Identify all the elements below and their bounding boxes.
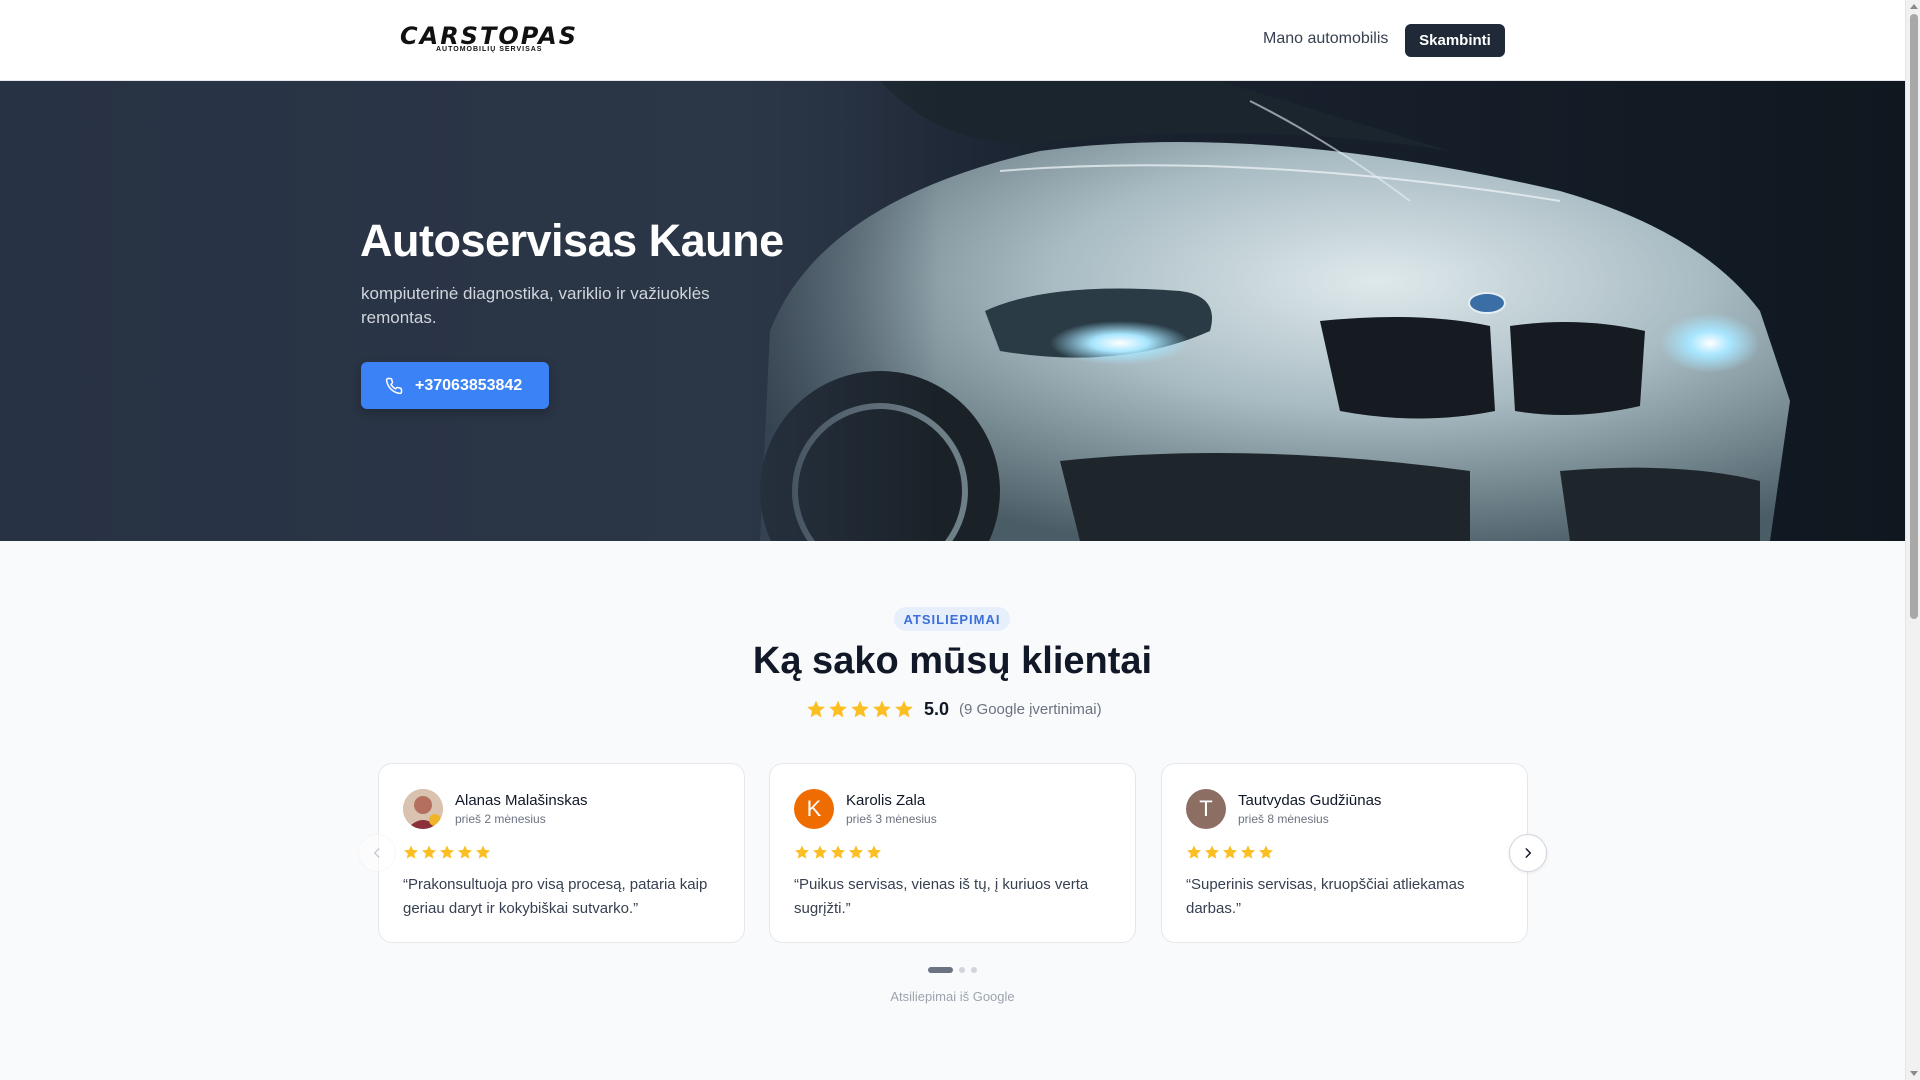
overall-rating: 5.0 (9 Google įvertinimai) xyxy=(806,697,1102,721)
carousel-next-button[interactable] xyxy=(1509,834,1547,872)
star-icon xyxy=(1223,845,1237,859)
avatar: K xyxy=(794,789,834,829)
avatar xyxy=(403,789,443,829)
avatar: T xyxy=(1186,789,1226,829)
star-icon xyxy=(1259,845,1273,859)
review-time: prieš 2 mėnesius xyxy=(455,812,546,826)
star-icon xyxy=(873,700,891,718)
review-time: prieš 3 mėnesius xyxy=(846,812,937,826)
review-text: “Superinis servisas, kruopščiai atliekam… xyxy=(1186,876,1465,917)
reviewer-name: Karolis Zala xyxy=(846,792,926,809)
hero-subtitle: kompiuterinė diagnostika, variklio ir va… xyxy=(361,284,710,327)
review-stars xyxy=(794,844,884,860)
star-icon xyxy=(476,845,490,859)
avatar-letter: K xyxy=(806,796,822,821)
star-icon xyxy=(404,845,418,859)
scroll-thumb[interactable] xyxy=(1910,14,1918,619)
scroll-down-arrow-icon[interactable] xyxy=(1910,1071,1918,1076)
rating-count: (9 Google įvertinimai) xyxy=(959,700,1102,718)
review-card: K Karolis Zala prieš 3 mėnesius “Puikus … xyxy=(769,763,1136,943)
carousel-prev-button[interactable] xyxy=(358,834,396,872)
star-icon xyxy=(867,845,881,859)
star-icon xyxy=(813,845,827,859)
phone-icon xyxy=(385,377,403,394)
star-icon xyxy=(807,700,825,718)
star-icon xyxy=(849,845,863,859)
reviews-badge: ATSILIEPIMAI xyxy=(894,607,1010,631)
hero-title: Autoservisas Kaune xyxy=(360,215,784,266)
site-header: CARSTOPAS AUTOMOBILIŲ SERVISAS Mano auto… xyxy=(0,0,1905,81)
hero-section: Autoservisas Kaune kompiuterinė diagnost… xyxy=(0,81,1905,541)
reviewer-name: Tautvydas Gudžiūnas xyxy=(1238,792,1382,809)
phone-call-button[interactable]: +37063853842 xyxy=(361,362,549,409)
hero-car-image xyxy=(680,81,1790,541)
avatar-letter: T xyxy=(1199,796,1213,821)
star-icon xyxy=(458,845,472,859)
review-text: “Puikus servisas, vienas iš tų, į kuriuo… xyxy=(794,876,1089,917)
carousel-pagination xyxy=(928,967,983,973)
reviews-source-note: Atsiliepimai iš Google xyxy=(890,989,1015,1004)
star-icon xyxy=(831,845,845,859)
chevron-right-icon xyxy=(1525,848,1532,858)
phone-number-label: +37063853842 xyxy=(415,376,523,394)
star-icon xyxy=(1205,845,1219,859)
user-photo-icon xyxy=(403,789,443,829)
pagination-dot-3[interactable] xyxy=(971,967,977,973)
logo-tagline: AUTOMOBILIŲ SERVISAS xyxy=(436,46,543,53)
star-icon xyxy=(1187,845,1201,859)
star-icon xyxy=(1241,845,1255,859)
star-icon xyxy=(422,845,436,859)
chevron-left-icon xyxy=(373,848,380,858)
review-text: “Prakonsultuoja pro visą procesą, patari… xyxy=(403,876,708,917)
star-icon xyxy=(851,700,869,718)
nav-link-my-car[interactable]: Mano automobilis xyxy=(1263,30,1388,48)
review-time: prieš 8 mėnesius xyxy=(1238,812,1329,826)
pagination-dot-1[interactable] xyxy=(928,967,953,973)
star-icon xyxy=(440,845,454,859)
review-stars xyxy=(403,844,493,860)
review-card: Alanas Malašinskas prieš 2 mėnesius “Pra… xyxy=(378,763,745,943)
rating-value: 5.0 xyxy=(924,698,950,719)
logo-wordmark: CARSTOPAS xyxy=(400,22,578,50)
star-icon xyxy=(895,700,913,718)
review-card: T Tautvydas Gudžiūnas prieš 8 mėnesius “… xyxy=(1161,763,1528,943)
star-icon xyxy=(795,845,809,859)
reviewer-name: Alanas Malašinskas xyxy=(455,792,588,809)
reviews-title: Ką sako mūsų klientai xyxy=(752,640,1153,682)
pagination-dot-2[interactable] xyxy=(959,967,965,973)
carstopas-logo[interactable]: CARSTOPAS AUTOMOBILIŲ SERVISAS xyxy=(400,24,584,54)
review-stars xyxy=(1186,844,1276,860)
call-button[interactable]: Skambinti xyxy=(1405,24,1505,57)
page-scrollbar[interactable] xyxy=(1905,0,1920,1080)
star-icon xyxy=(829,700,847,718)
scroll-up-arrow-icon[interactable] xyxy=(1910,4,1918,9)
